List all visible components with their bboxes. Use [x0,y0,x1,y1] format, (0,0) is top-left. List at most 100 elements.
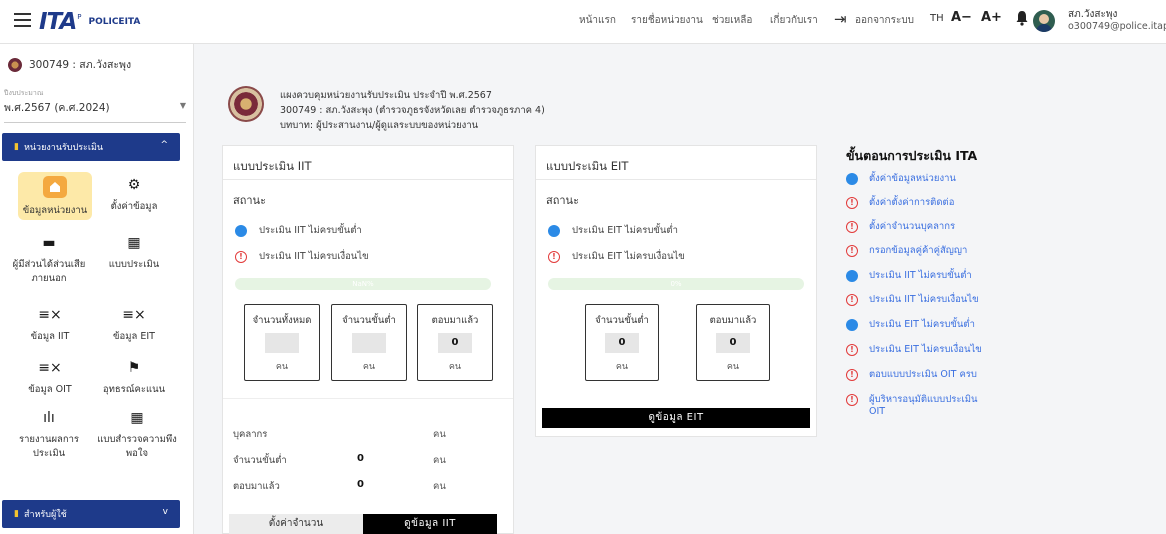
box-title: จำนวนขั้นต่ำ [342,315,396,326]
sidebar-item-label: อุทธรณ์คะแนน [102,384,166,395]
section-evaluated-agency[interactable]: ▮ หน่วยงานรับประเมิน ^ [2,133,180,161]
year-select-value: พ.ศ.2567 (ค.ศ.2024) [4,102,110,114]
logout-icon[interactable]: ⇥ [834,10,847,28]
step-item[interactable]: ! ประเมิน IIT ไม่ครบเงื่อนไข [846,294,996,306]
step-label: ตั้งค่าตั้งค่าการติดต่อ [869,197,955,208]
sidebar-item-appeal[interactable]: ⚑ อุทธรณ์คะแนน [97,359,171,397]
caret-down-icon: ▼ [179,101,186,110]
home-icon [43,176,67,198]
eit-minimum-box: จำนวนขั้นต่ำ 0 คน [585,304,659,381]
warning-icon: ! [548,250,560,263]
box-value [265,333,299,353]
logo-registered: P [77,13,82,21]
eit-progress-bar: 0% [548,278,804,290]
warning-icon: ! [846,294,858,306]
step-item[interactable]: ! กรอกข้อมูลคู่ค้าคู่สัญญา [846,245,996,257]
step-item[interactable]: ประเมิน EIT ไม่ครบขั้นต่ำ [846,319,996,331]
menu-icon[interactable] [14,13,31,27]
box-title: ตอบมาแล้ว [431,315,479,326]
sidebar-item-label: ตั้งค่าข้อมูล [110,201,158,212]
year-select-label: ปีงบประมาณ [4,89,44,97]
sidebar-item-label: ข้อมูลหน่วยงาน [22,205,88,216]
view-iit-button[interactable]: ดูข้อมูล IIT [363,514,497,534]
sidebar-item-eit-data[interactable]: ≡× ข้อมูล EIT [97,306,171,344]
bell-icon[interactable] [1015,10,1029,26]
list-x-icon: ≡× [38,307,62,323]
status-text: ประเมิน IIT ไม่ครบเงื่อนไข [259,251,369,262]
box-title: จำนวนทั้งหมด [252,315,312,326]
step-item[interactable]: ประเมิน IIT ไม่ครบขั้นต่ำ [846,270,996,282]
nav-about[interactable]: เกี่ยวกับเรา [770,13,818,28]
step-item[interactable]: ตั้งค่าข้อมูลหน่วยงาน [846,173,996,185]
step-item[interactable]: ! ประเมิน EIT ไม่ครบเงื่อนไข [846,344,996,356]
font-increase-button[interactable]: A+ [981,10,1002,25]
step-item[interactable]: ! ตอบแบบประเมิน OIT ครบ [846,369,996,381]
logout-link[interactable]: ออกจากระบบ [855,13,914,28]
box-value: 0 [716,333,750,353]
sidebar-item-report[interactable]: ılı รายงานผลการประเมิน [4,409,94,461]
agency-line: 300749 : สภ.วังสะพุง (ตำรวจภูธรจังหวัดเล… [280,105,545,116]
sidebar-item-assessment[interactable]: ▦ แบบประเมิน [97,234,171,272]
section-for-users[interactable]: ▮ สำหรับผู้ใช้ v [2,500,180,528]
qr-icon: ▦ [127,235,141,251]
view-eit-button[interactable]: ดูข้อมูล EIT [542,408,810,428]
sidebar-item-label: ข้อมูล EIT [113,331,155,342]
logo[interactable]: ITA P POLICEITA [39,8,140,36]
sidebar-item-survey[interactable]: ▦ แบบสำรวจความพึงพอใจ [97,409,177,461]
progress-text: NaN% [352,280,374,288]
eit-card-title: แบบประเมิน EIT [546,159,629,173]
sidebar-item-stakeholders[interactable]: ▬ ผู้มีส่วนได้ส่วนเสียภายนอก [4,234,94,286]
status-text: ประเมิน EIT ไม่ครบขั้นต่ำ [572,225,678,236]
sidebar-item-agency-info[interactable]: ข้อมูลหน่วยงาน [18,172,92,220]
progress-text: 0% [670,280,682,288]
box-value: 0 [605,333,639,353]
sidebar-item-label: ข้อมูล OIT [28,384,72,395]
role-line: บทบาท: ผู้ประสานงาน/ผู้ดูแลระบบของหน่วยง… [280,120,479,131]
chevron-up-icon: ^ [160,140,168,150]
box-value: 0 [438,333,472,353]
iit-progress-bar: NaN% [235,278,491,290]
nav-agency-list[interactable]: รายชื่อหน่วยงาน [631,13,703,28]
status-dot-icon [846,319,858,331]
status-text: ประเมิน EIT ไม่ครบเงื่อนไข [572,251,685,262]
language-toggle[interactable]: TH [930,13,944,24]
eit-status-condition: ! ประเมิน EIT ไม่ครบเงื่อนไข [548,249,685,264]
font-decrease-button[interactable]: A− [951,10,972,25]
iit-minimum-box: จำนวนขั้นต่ำ คน [331,304,407,381]
agency-emblem-icon [8,57,22,72]
step-item[interactable]: ! ผู้บริหารอนุมัติแบบประเมิน OIT [846,394,996,418]
step-item[interactable]: ! ตั้งค่าจำนวนบุคลากร [846,221,996,233]
summary-unit: คน [433,429,446,440]
step-label: ประเมิน IIT ไม่ครบขั้นต่ำ [869,270,972,281]
badge-icon: ▮ [14,142,19,152]
sidebar-item-oit-data[interactable]: ≡× ข้อมูล OIT [13,359,87,397]
badge-icon: ▮ [14,509,19,519]
sidebar-item-settings[interactable]: ⚙ ตั้งค่าข้อมูล [97,176,171,214]
settings-icon: ⚙ [127,177,141,193]
step-item[interactable]: ! ตั้งค่าตั้งค่าการติดต่อ [846,197,996,209]
summary-unit: คน [433,481,446,492]
step-label: ตอบแบบประเมิน OIT ครบ [869,369,977,380]
sidebar-org-label: 300749 : สภ.วังสะพุง [29,59,132,71]
status-dot-icon [846,270,858,282]
set-quantity-button[interactable]: ตั้งค่าจำนวน [229,514,363,534]
nav-help[interactable]: ช่วยเหลือ [712,13,752,28]
warning-icon: ! [846,394,858,406]
bar-chart-icon: ılı [43,410,55,426]
sidebar-item-label: แบบสำรวจความพึงพอใจ [97,434,177,459]
summary-label: ตอบมาแล้ว [233,481,280,492]
nav-home[interactable]: หน้าแรก [579,13,616,28]
sidebar-item-label: ผู้มีส่วนได้ส่วนเสียภายนอก [12,259,86,284]
step-label: ประเมิน EIT ไม่ครบเงื่อนไข [869,344,982,355]
avatar[interactable] [1033,10,1055,32]
summary-unit: คน [433,455,446,466]
box-unit: คน [615,362,629,372]
divider [536,179,816,180]
step-label: ตั้งค่าข้อมูลหน่วยงาน [869,173,956,184]
sidebar-org: 300749 : สภ.วังสะพุง [8,56,131,73]
year-select[interactable]: พ.ศ.2567 (ค.ศ.2024) ▼ [4,99,186,123]
warning-icon: ! [235,250,247,263]
flag-icon: ⚑ [127,360,141,376]
sidebar-item-iit-data[interactable]: ≡× ข้อมูล IIT [13,306,87,344]
eit-card: แบบประเมิน EIT สถานะ ประเมิน EIT ไม่ครบข… [535,145,817,437]
